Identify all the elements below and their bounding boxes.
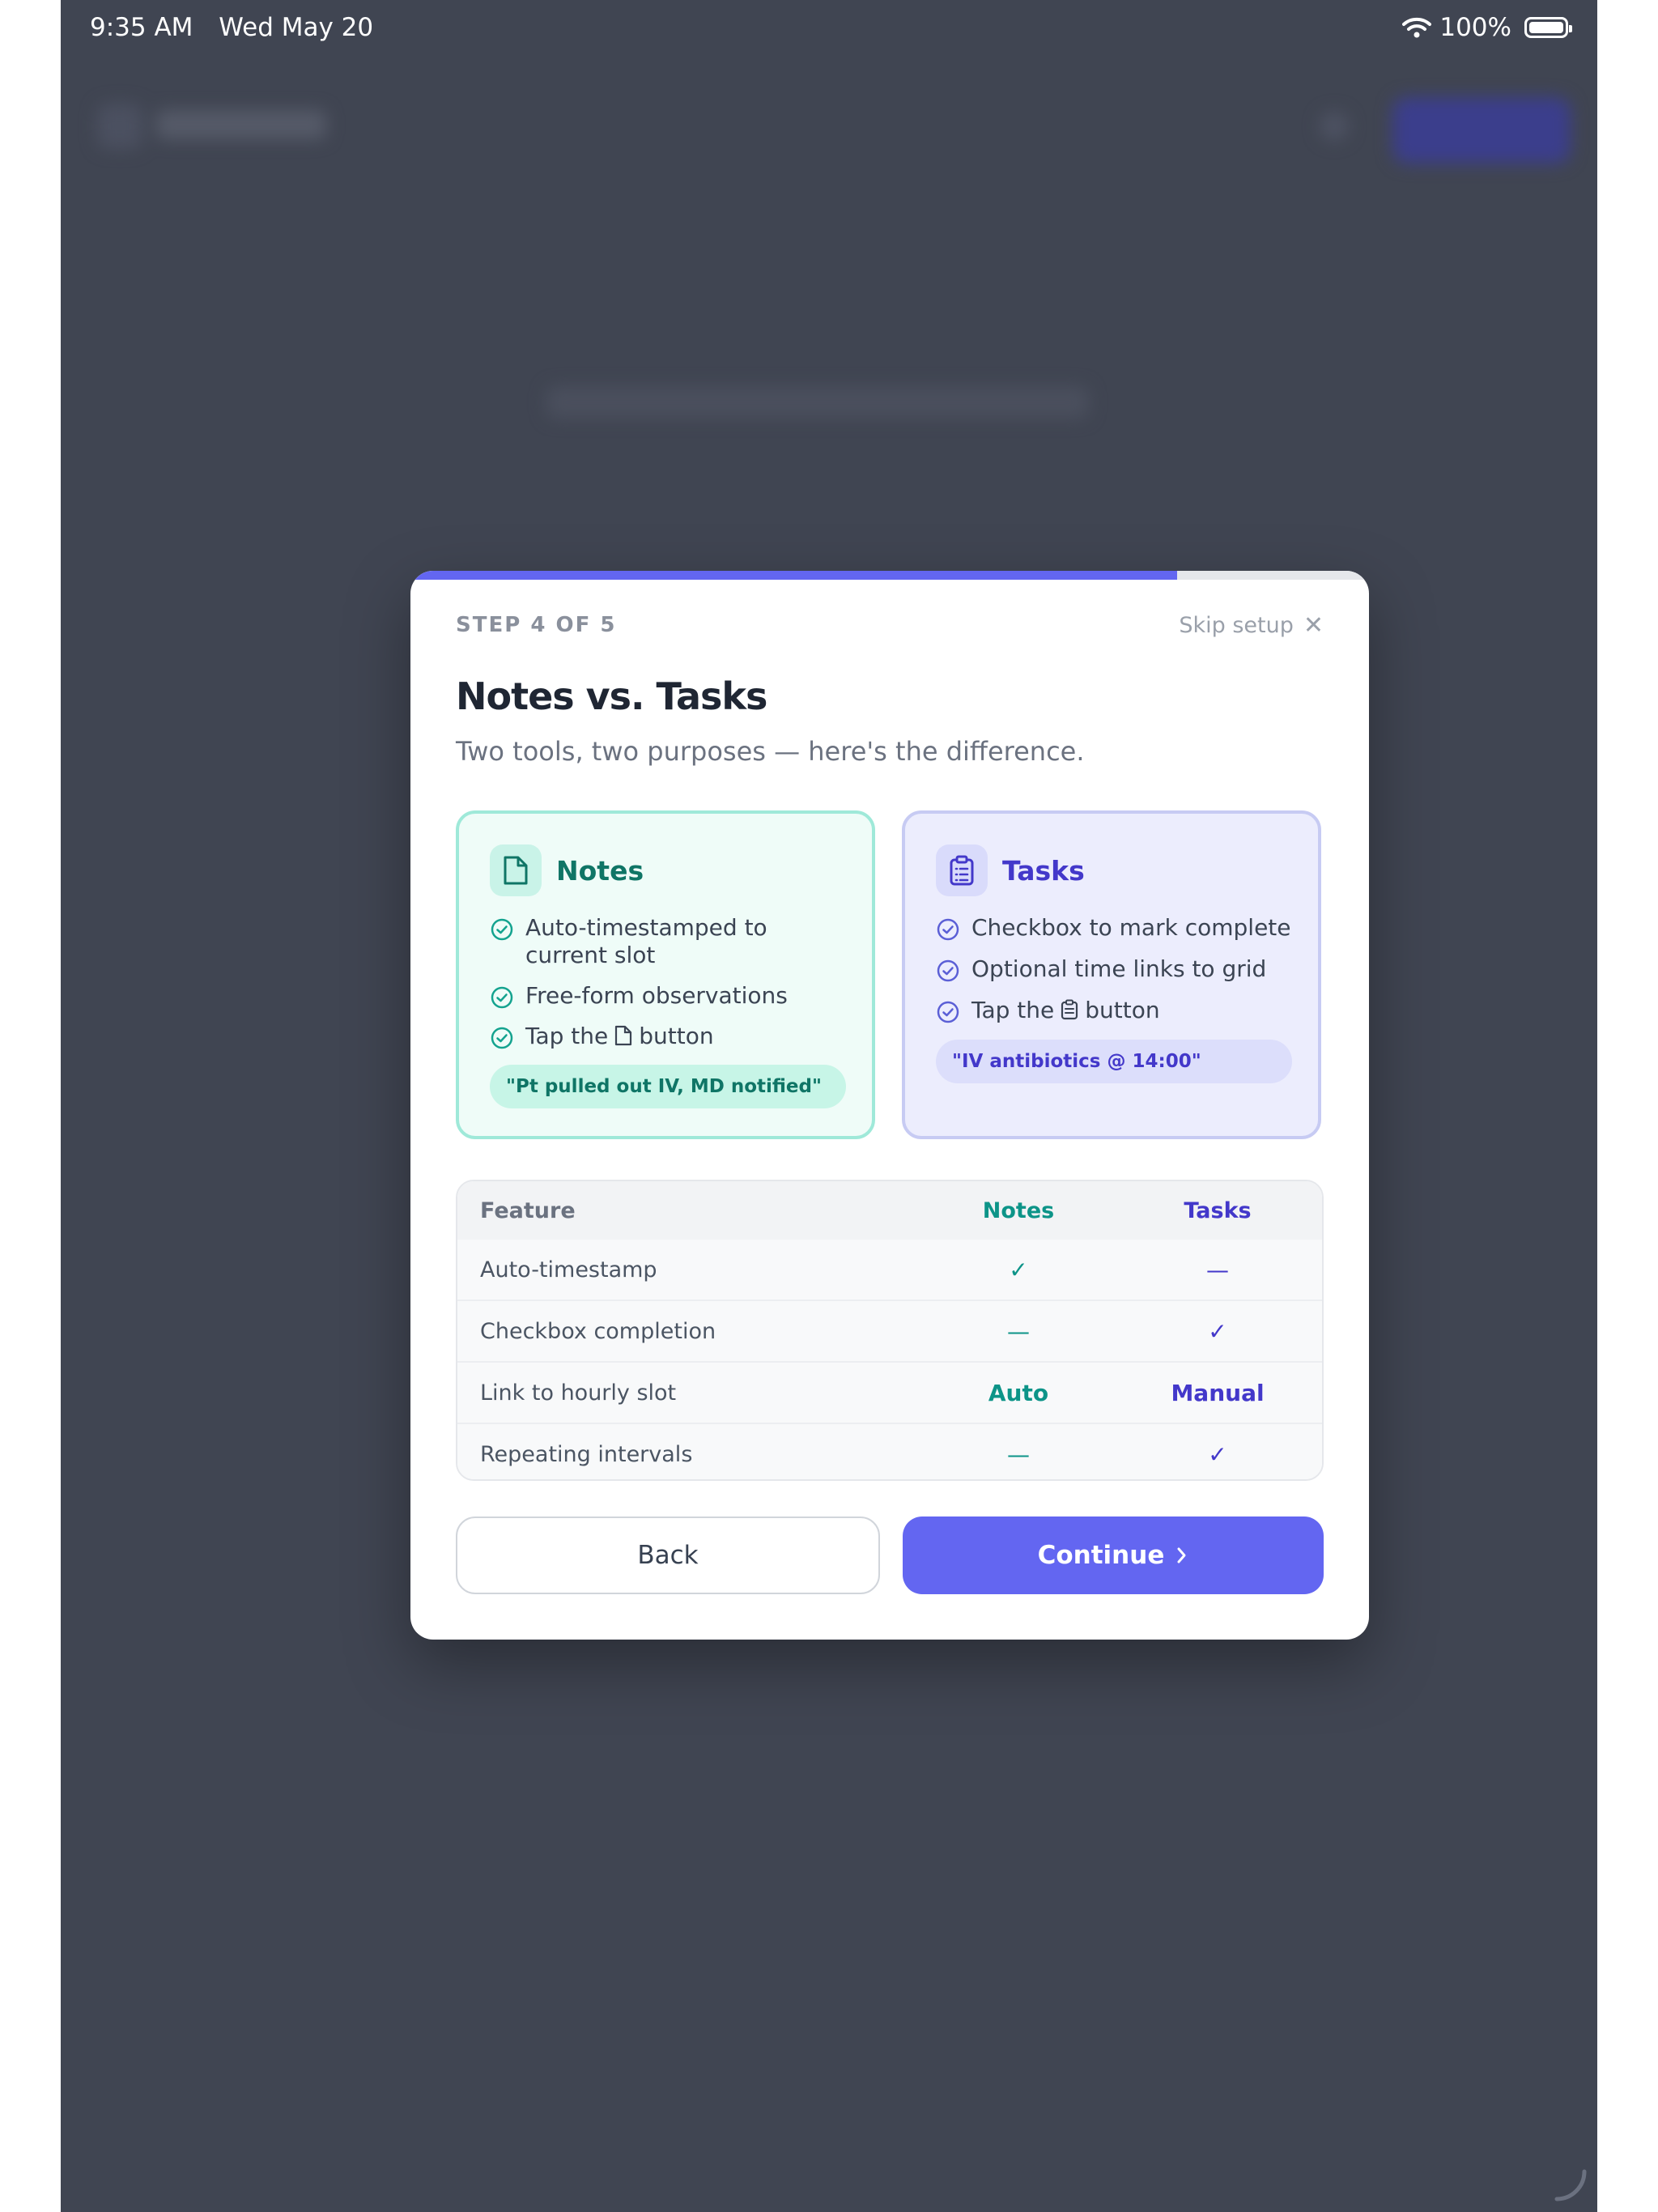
tap-prefix: Tap the	[971, 997, 1055, 1023]
notes-cell: ✓	[1009, 1256, 1028, 1283]
tasks-example-chip: "IV antibiotics @ 14:00"	[936, 1040, 1292, 1083]
note-icon	[615, 1025, 632, 1046]
bullet-text: Tap the button	[525, 1023, 714, 1050]
tasks-cell: —	[1206, 1256, 1229, 1283]
table-row: Link to hourly slot Auto Manual	[457, 1363, 1322, 1423]
battery-icon	[1524, 17, 1572, 38]
notes-cell: Auto	[988, 1379, 1049, 1406]
notes-card-header: Notes	[490, 844, 644, 896]
status-time: 9:35 AM	[90, 13, 193, 42]
close-icon: ✕	[1303, 611, 1324, 640]
background-button	[1392, 97, 1571, 164]
tasks-bullets: Checkbox to mark complete Optional time …	[936, 914, 1292, 1038]
header-feature: Feature	[480, 1197, 576, 1223]
skip-setup-button[interactable]: Skip setup ✕	[1179, 611, 1324, 640]
notes-bullets: Auto-timestamped to current slot Free-fo…	[490, 914, 846, 1063]
back-button[interactable]: Back	[456, 1516, 880, 1594]
background-icon	[1320, 112, 1349, 141]
bullet-text: Auto-timestamped to current slot	[525, 914, 767, 968]
background-title	[156, 110, 326, 139]
tap-suffix: button	[1085, 997, 1160, 1023]
tasks-card-title: Tasks	[1002, 854, 1085, 887]
tasks-card: Tasks Checkbox to mark complete Optional…	[902, 810, 1321, 1139]
progress-bar	[410, 571, 1369, 580]
check-circle-icon	[937, 959, 959, 982]
table-row: Auto-timestamp ✓ —	[457, 1240, 1322, 1300]
tap-suffix: button	[639, 1023, 714, 1049]
bullet-text: Tap the button	[971, 997, 1160, 1024]
onboarding-modal: STEP 4 OF 5 Skip setup ✕ Notes vs. Tasks…	[410, 571, 1369, 1640]
notes-example-chip: "Pt pulled out IV, MD notified"	[490, 1065, 846, 1108]
back-button-label: Back	[637, 1541, 699, 1570]
feature-cell: Auto-timestamp	[480, 1257, 657, 1283]
status-date: Wed May 20	[219, 13, 374, 42]
tasks-card-header: Tasks	[936, 844, 1085, 896]
table-header: Feature Notes Tasks	[457, 1181, 1322, 1240]
step-indicator: STEP 4 OF 5	[456, 613, 617, 637]
chevron-right-icon	[1177, 1547, 1186, 1563]
bullet-text: Checkbox to mark complete	[971, 914, 1291, 941]
status-bar: 9:35 AM Wed May 20 100%	[61, 0, 1597, 58]
table-row: Checkbox completion — ✓	[457, 1301, 1322, 1361]
tasks-cell: Manual	[1171, 1379, 1265, 1406]
check-circle-icon	[491, 918, 513, 941]
list-item: Optional time links to grid	[936, 955, 1292, 983]
table-row: Repeating intervals — ✓	[457, 1424, 1322, 1479]
continue-button[interactable]: Continue	[903, 1516, 1324, 1594]
skip-setup-label: Skip setup	[1179, 613, 1294, 638]
feature-cell: Link to hourly slot	[480, 1380, 677, 1406]
continue-button-label: Continue	[1037, 1541, 1165, 1570]
bullet-text: Optional time links to grid	[971, 955, 1267, 982]
wifi-icon	[1402, 17, 1432, 38]
background-text	[546, 386, 1089, 419]
list-item: Tap the button	[936, 997, 1292, 1024]
battery-percent: 100%	[1439, 13, 1511, 42]
status-time-date: 9:35 AM Wed May 20	[90, 13, 373, 42]
header-tasks: Tasks	[1184, 1197, 1252, 1223]
check-circle-icon	[937, 918, 959, 941]
ipad-screen: 9:35 AM Wed May 20 100% STEP 4 OF 5 Skip…	[61, 0, 1597, 2212]
status-indicators: 100%	[1402, 13, 1572, 42]
header-notes: Notes	[982, 1197, 1055, 1223]
notes-card-title: Notes	[556, 854, 644, 887]
modal-subtitle: Two tools, two purposes — here's the dif…	[456, 736, 1085, 767]
check-circle-icon	[491, 986, 513, 1009]
check-circle-icon	[491, 1027, 513, 1049]
list-item: Free-form observations	[490, 982, 846, 1010]
resize-corner-icon	[1554, 2169, 1587, 2201]
list-item: Checkbox to mark complete	[936, 914, 1292, 942]
tasks-cell: ✓	[1208, 1317, 1227, 1345]
tap-prefix: Tap the	[525, 1023, 609, 1049]
clipboard-icon	[936, 844, 988, 896]
comparison-table: Feature Notes Tasks Auto-timestamp ✓ — C…	[456, 1180, 1324, 1481]
list-item: Tap the button	[490, 1023, 846, 1050]
background-logo	[97, 104, 142, 149]
tasks-cell: ✓	[1208, 1440, 1227, 1468]
note-icon	[490, 844, 542, 896]
notes-card: Notes Auto-timestamped to current slot F…	[456, 810, 875, 1139]
notes-cell: —	[1007, 1317, 1030, 1345]
feature-cell: Checkbox completion	[480, 1318, 716, 1344]
bullet-text: Free-form observations	[525, 982, 788, 1009]
clipboard-icon	[1061, 999, 1078, 1020]
progress-fill	[410, 571, 1178, 580]
list-item: Auto-timestamped to current slot	[490, 914, 846, 969]
modal-title: Notes vs. Tasks	[456, 674, 767, 718]
notes-cell: —	[1007, 1440, 1030, 1468]
feature-cell: Repeating intervals	[480, 1441, 693, 1467]
check-circle-icon	[937, 1001, 959, 1023]
